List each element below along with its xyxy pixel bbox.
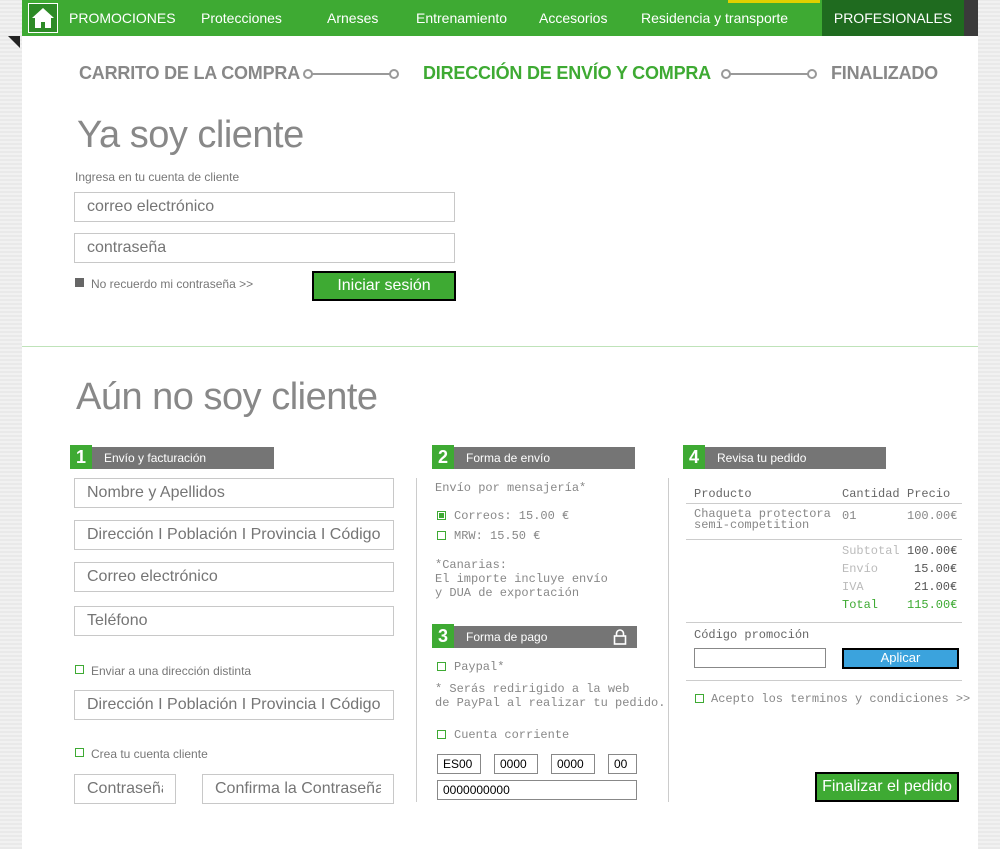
- order-item-qty: 01: [842, 509, 857, 523]
- section2-title: Forma de envío: [466, 451, 551, 465]
- nav-item-profesionales[interactable]: PROFESIONALES: [822, 0, 964, 36]
- iban-input[interactable]: [437, 754, 481, 774]
- step-connector: [721, 69, 817, 79]
- section1-header: Envío y facturación: [72, 447, 274, 469]
- account-number-input[interactable]: [437, 780, 637, 800]
- login-button[interactable]: Iniciar sesión: [312, 271, 456, 301]
- ribbon-corner: [8, 36, 20, 48]
- promo-label: Código promoción: [694, 628, 810, 642]
- section3-title: Forma de pago: [466, 630, 548, 644]
- register-title: Aún no soy cliente: [76, 376, 378, 418]
- shipping-note-line: El importe incluye envío: [435, 572, 608, 586]
- order-divider: [686, 680, 962, 681]
- step-connector: [303, 69, 399, 79]
- password-input[interactable]: [74, 774, 176, 804]
- column-divider: [668, 478, 669, 802]
- terms-link[interactable]: Acepto los terminos y condiciones >>: [711, 692, 970, 706]
- order-col-product: Producto: [694, 487, 752, 501]
- alt-address-label: Enviar a una dirección distinta: [91, 664, 252, 678]
- home-button[interactable]: [28, 3, 58, 33]
- section3-header: Forma de pago: [434, 626, 637, 648]
- address-input[interactable]: [74, 520, 394, 550]
- subtotal-value: 100.00€: [907, 544, 958, 558]
- order-col-price: Precio: [907, 487, 951, 501]
- section4-number: 4: [683, 445, 705, 469]
- shipping-option-correos-radio[interactable]: [437, 511, 446, 520]
- email-input[interactable]: [74, 562, 394, 592]
- entity-input[interactable]: [494, 754, 538, 774]
- login-title: Ya soy cliente: [77, 114, 304, 156]
- column-divider: [416, 478, 417, 802]
- bank-account-checkbox[interactable]: [437, 730, 446, 739]
- step-cart[interactable]: CARRITO DE LA COMPRA: [79, 63, 300, 84]
- paypal-note-line: * Serás redirigido a la web: [435, 682, 630, 696]
- bank-account-label: Cuenta corriente: [454, 728, 570, 742]
- paypal-label: Paypal*: [454, 660, 505, 674]
- dc-input[interactable]: [608, 754, 637, 774]
- tax-value: 21.00€: [914, 580, 958, 594]
- section-divider: [22, 346, 978, 347]
- terms-checkbox[interactable]: [695, 694, 704, 703]
- section2-number: 2: [432, 445, 454, 469]
- order-divider: [686, 539, 962, 540]
- nav-item-promociones[interactable]: PROMOCIONES: [69, 0, 176, 36]
- forgot-password-link[interactable]: No recuerdo mi contraseña >>: [91, 277, 253, 291]
- paypal-note-line: de PayPal al realizar tu pedido.: [435, 696, 666, 710]
- order-divider: [686, 503, 962, 504]
- order-item-name-line: semi-competition: [694, 518, 810, 532]
- paypal-checkbox[interactable]: [437, 662, 446, 671]
- shipping-note-line: y DUA de exportación: [435, 586, 580, 600]
- login-subtitle: Ingresa en tu cuenta de cliente: [75, 170, 240, 184]
- shipping-option-correos-label: Correos: 15.00 €: [454, 509, 570, 523]
- total-value: 115.00€: [907, 598, 958, 612]
- tax-label: IVA: [842, 580, 864, 594]
- confirm-password-input[interactable]: [202, 774, 394, 804]
- section1-title: Envío y facturación: [104, 451, 207, 465]
- promo-code-input[interactable]: [694, 648, 826, 668]
- bullet-square: [75, 278, 84, 287]
- finish-order-button[interactable]: Finalizar el pedido: [815, 772, 959, 802]
- step-done: FINALIZADO: [831, 63, 938, 83]
- shipping-cost-value: 15.00€: [914, 562, 958, 576]
- office-input[interactable]: [551, 754, 595, 774]
- shipping-note-line: *Canarias:: [435, 558, 508, 572]
- login-password-input[interactable]: [74, 233, 455, 263]
- nav-item-arneses[interactable]: Arneses: [327, 0, 378, 36]
- section2-header: Forma de envío: [434, 447, 635, 469]
- create-account-label: Crea tu cuenta cliente: [91, 747, 208, 761]
- shipping-option-mrw-radio[interactable]: [437, 531, 446, 540]
- subtotal-label: Subtotal: [842, 544, 900, 558]
- login-email-input[interactable]: [74, 192, 455, 222]
- alt-address-input[interactable]: [74, 690, 394, 720]
- step-shipping: DIRECCIÓN DE ENVÍO Y COMPRA: [423, 63, 711, 83]
- nav-item-residencia[interactable]: Residencia y transporte: [641, 0, 788, 36]
- phone-input[interactable]: [74, 606, 394, 636]
- nav-end-block: [964, 0, 978, 36]
- home-icon: [32, 8, 54, 28]
- order-item-price: 100.00€: [907, 509, 958, 523]
- order-item-name: Chaqueta protectora semi-competition: [694, 508, 831, 532]
- lock-icon: [613, 629, 627, 645]
- total-label: Total: [842, 598, 879, 612]
- nav-item-protecciones[interactable]: Protecciones: [201, 0, 282, 36]
- section3-number: 3: [432, 624, 454, 648]
- shipping-intro: Envío por mensajería*: [435, 481, 587, 495]
- section1-number: 1: [70, 445, 92, 469]
- alt-address-checkbox[interactable]: [75, 665, 84, 674]
- nav-item-accesorios[interactable]: Accesorios: [539, 0, 607, 36]
- order-divider: [686, 622, 962, 623]
- section4-header: Revisa tu pedido: [685, 447, 886, 469]
- apply-promo-button[interactable]: Aplicar: [842, 648, 959, 669]
- shipping-option-mrw-label: MRW: 15.50 €: [454, 529, 541, 543]
- shipping-cost-label: Envío: [842, 562, 879, 576]
- create-account-checkbox[interactable]: [75, 748, 84, 757]
- name-input[interactable]: [74, 478, 394, 508]
- section4-title: Revisa tu pedido: [717, 451, 807, 465]
- nav-item-entrenamiento[interactable]: Entrenamiento: [416, 0, 507, 36]
- order-col-qty: Cantidad: [842, 487, 900, 501]
